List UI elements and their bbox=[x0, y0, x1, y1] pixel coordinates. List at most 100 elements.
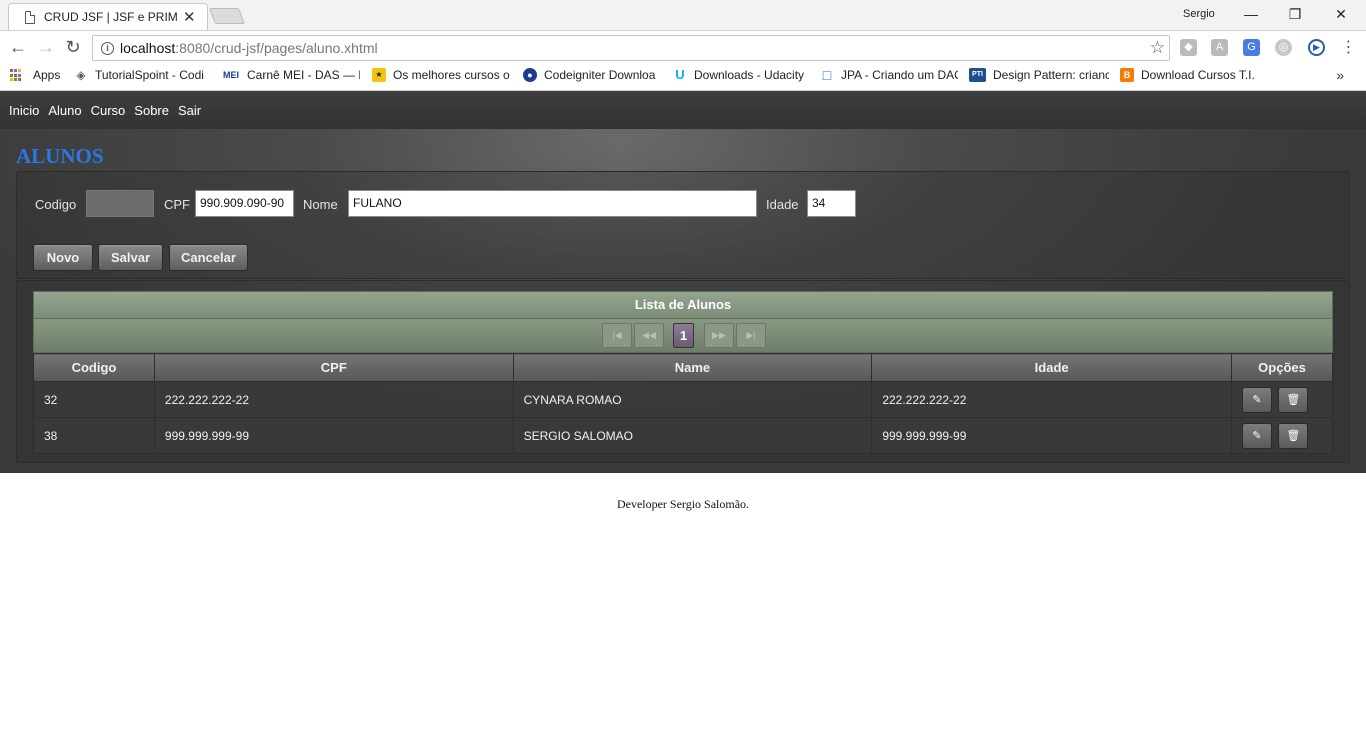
delete-trash-icon[interactable]: 🗑 bbox=[1278, 422, 1309, 449]
browser-tabstrip: CRUD JSF | JSF e PRIMEFACES ✕ Sergio — ❐… bbox=[0, 0, 1366, 30]
blogger-icon: B bbox=[1120, 68, 1134, 82]
cell-cpf: 222.222.222-22 bbox=[153, 381, 514, 418]
bookmark-udacity[interactable]: U Downloads - Udacity bbox=[673, 68, 811, 82]
document-icon bbox=[25, 10, 35, 24]
table-row[interactable]: 38 999.999.999-99 SERGIO SALOMAO 999.999… bbox=[33, 417, 1333, 454]
salvar-button[interactable]: Salvar bbox=[98, 244, 163, 271]
cpf-label: CPF bbox=[164, 197, 190, 212]
next-page-button[interactable]: ▶▶ bbox=[704, 323, 734, 348]
column-header-opcoes: Opções bbox=[1231, 353, 1333, 382]
reload-button[interactable]: ↻ bbox=[63, 37, 83, 57]
codigo-field bbox=[86, 190, 154, 217]
cell-opcoes: ✎ 🗑 bbox=[1231, 417, 1333, 454]
globe-extension-icon[interactable]: ◎ bbox=[1275, 39, 1292, 56]
info-icon[interactable]: i bbox=[101, 41, 114, 55]
bookmark-jpa-dao[interactable]: □ JPA - Criando um DAO bbox=[820, 68, 958, 82]
pti-icon: PTI bbox=[969, 68, 986, 82]
page-content: Inicio Aluno Curso Sobre Sair ALUNOS Cod… bbox=[0, 91, 1366, 473]
nome-field[interactable]: FULANO bbox=[348, 190, 757, 217]
footer-text: Developer Sergio Salomão. bbox=[616, 497, 750, 511]
menu-item-aluno[interactable]: Aluno bbox=[48, 103, 81, 118]
bookmark-label: Downloads - Udacity bbox=[694, 68, 805, 82]
new-tab-button[interactable] bbox=[209, 8, 245, 24]
last-page-button[interactable]: ▶| bbox=[736, 323, 766, 348]
menu-item-inicio[interactable]: Inicio bbox=[9, 103, 39, 118]
bookmark-tutorialspoint[interactable]: ◈ TutorialSpoint - Codi bbox=[74, 68, 212, 82]
cell-opcoes: ✎ 🗑 bbox=[1231, 381, 1333, 418]
bookmark-codeigniter[interactable]: ● Codeigniter Downloa bbox=[523, 68, 660, 82]
paginator: |◀ ◀◀ 1 ▶▶ ▶| bbox=[33, 319, 1333, 353]
back-button[interactable]: ← bbox=[8, 37, 28, 57]
bookmark-label: Design Pattern: crianc bbox=[993, 68, 1109, 82]
restore-button[interactable]: ❐ bbox=[1272, 3, 1318, 25]
tutorialspoint-icon: ◈ bbox=[74, 68, 88, 82]
browser-tab[interactable]: CRUD JSF | JSF e PRIMEFACES ✕ bbox=[8, 3, 208, 30]
url-host: localhost bbox=[120, 40, 176, 56]
alunos-table: Codigo CPF Name Idade Opções 32 222.222.… bbox=[33, 353, 1333, 454]
aluno-form: Codigo CPF 990.909.090-90 Nome FULANO Id… bbox=[16, 171, 1350, 279]
edit-pencil-icon[interactable]: ✎ bbox=[1242, 386, 1273, 413]
browser-toolbar: ← → ↻ i localhost :8080/crud-jsf/pages/a… bbox=[0, 30, 1366, 63]
codigo-label: Codigo bbox=[35, 197, 77, 212]
column-header-name[interactable]: Name bbox=[512, 353, 873, 382]
tab-close-icon[interactable]: ✕ bbox=[183, 10, 196, 25]
idade-label: Idade bbox=[766, 197, 799, 212]
forward-button[interactable]: → bbox=[36, 37, 56, 57]
page-number-button[interactable]: 1 bbox=[673, 323, 694, 348]
bookmark-label: Apps bbox=[33, 68, 61, 82]
more-bookmarks-icon[interactable]: » bbox=[1336, 67, 1344, 83]
address-bar[interactable]: i localhost :8080/crud-jsf/pages/aluno.x… bbox=[92, 35, 1170, 61]
window-close-button[interactable]: ✕ bbox=[1318, 3, 1364, 25]
cell-name: CYNARA ROMAO bbox=[512, 381, 873, 418]
table-header-row: Codigo CPF Name Idade Opções bbox=[33, 353, 1333, 382]
bookmark-label: Download Cursos T.I. bbox=[1141, 68, 1255, 82]
bookmark-label: JPA - Criando um DAO bbox=[841, 68, 958, 82]
bookmark-label: TutorialSpoint - Codi bbox=[95, 68, 204, 82]
column-header-cpf[interactable]: CPF bbox=[153, 353, 514, 382]
bookmark-carne-mei[interactable]: MEI Carnê MEI - DAS — P bbox=[222, 68, 360, 82]
apps-grid-icon bbox=[10, 68, 24, 82]
translate-extension-icon[interactable]: G bbox=[1243, 39, 1260, 56]
edit-pencil-icon[interactable]: ✎ bbox=[1242, 422, 1273, 449]
column-header-codigo[interactable]: Codigo bbox=[33, 353, 155, 382]
courses-icon: ★ bbox=[372, 68, 386, 82]
delete-trash-icon[interactable]: 🗑 bbox=[1278, 386, 1309, 413]
cell-cpf: 999.999.999-99 bbox=[153, 417, 514, 454]
bookmark-star-icon[interactable]: ☆ bbox=[1150, 38, 1165, 58]
jpa-icon: □ bbox=[820, 68, 834, 82]
column-header-idade[interactable]: Idade bbox=[871, 353, 1233, 382]
profile-name[interactable]: Sergio bbox=[1183, 8, 1215, 20]
prev-page-button[interactable]: ◀◀ bbox=[634, 323, 664, 348]
menu-item-sair[interactable]: Sair bbox=[178, 103, 201, 118]
menu-item-sobre[interactable]: Sobre bbox=[134, 103, 169, 118]
cpf-field[interactable]: 990.909.090-90 bbox=[195, 190, 294, 217]
alunos-grid-panel: Lista de Alunos |◀ ◀◀ 1 ▶▶ ▶| Codigo CPF… bbox=[16, 280, 1350, 463]
bookmark-design-pattern[interactable]: PTI Design Pattern: crianc bbox=[969, 68, 1109, 82]
codeigniter-icon: ● bbox=[523, 68, 537, 82]
cell-idade: 999.999.999-99 bbox=[871, 417, 1233, 454]
play-extension-icon[interactable]: ▶ bbox=[1308, 39, 1325, 56]
table-row[interactable]: 32 222.222.222-22 CYNARA ROMAO 222.222.2… bbox=[33, 381, 1333, 418]
dropbox-extension-icon[interactable]: ◆ bbox=[1180, 39, 1197, 56]
first-page-button[interactable]: |◀ bbox=[602, 323, 632, 348]
idade-field[interactable]: 34 bbox=[807, 190, 856, 217]
bookmark-label: Codeigniter Downloa bbox=[544, 68, 656, 82]
cell-name: SERGIO SALOMAO bbox=[512, 417, 873, 454]
bookmark-cursos-ti[interactable]: B Download Cursos T.I. bbox=[1120, 68, 1258, 82]
bookmark-apps[interactable]: Apps bbox=[10, 68, 70, 82]
cell-idade: 222.222.222-22 bbox=[871, 381, 1233, 418]
chrome-menu-icon[interactable]: ⋮ bbox=[1340, 39, 1357, 56]
nome-label: Nome bbox=[303, 197, 338, 212]
bookmarks-bar: Apps ◈ TutorialSpoint - Codi MEI Carnê M… bbox=[0, 63, 1366, 91]
menu-item-curso[interactable]: Curso bbox=[91, 103, 126, 118]
bookmark-melhores-cursos[interactable]: ★ Os melhores cursos o bbox=[372, 68, 510, 82]
novo-button[interactable]: Novo bbox=[33, 244, 93, 271]
cancelar-button[interactable]: Cancelar bbox=[169, 244, 248, 271]
minimize-button[interactable]: — bbox=[1228, 3, 1274, 25]
pdf-extension-icon[interactable]: A bbox=[1211, 39, 1228, 56]
tab-title: CRUD JSF | JSF e PRIMEFACES bbox=[44, 10, 177, 24]
bookmark-label: Os melhores cursos o bbox=[393, 68, 510, 82]
page-title: ALUNOS bbox=[16, 144, 104, 168]
udacity-icon: U bbox=[673, 68, 687, 82]
mei-icon: MEI bbox=[222, 68, 240, 82]
